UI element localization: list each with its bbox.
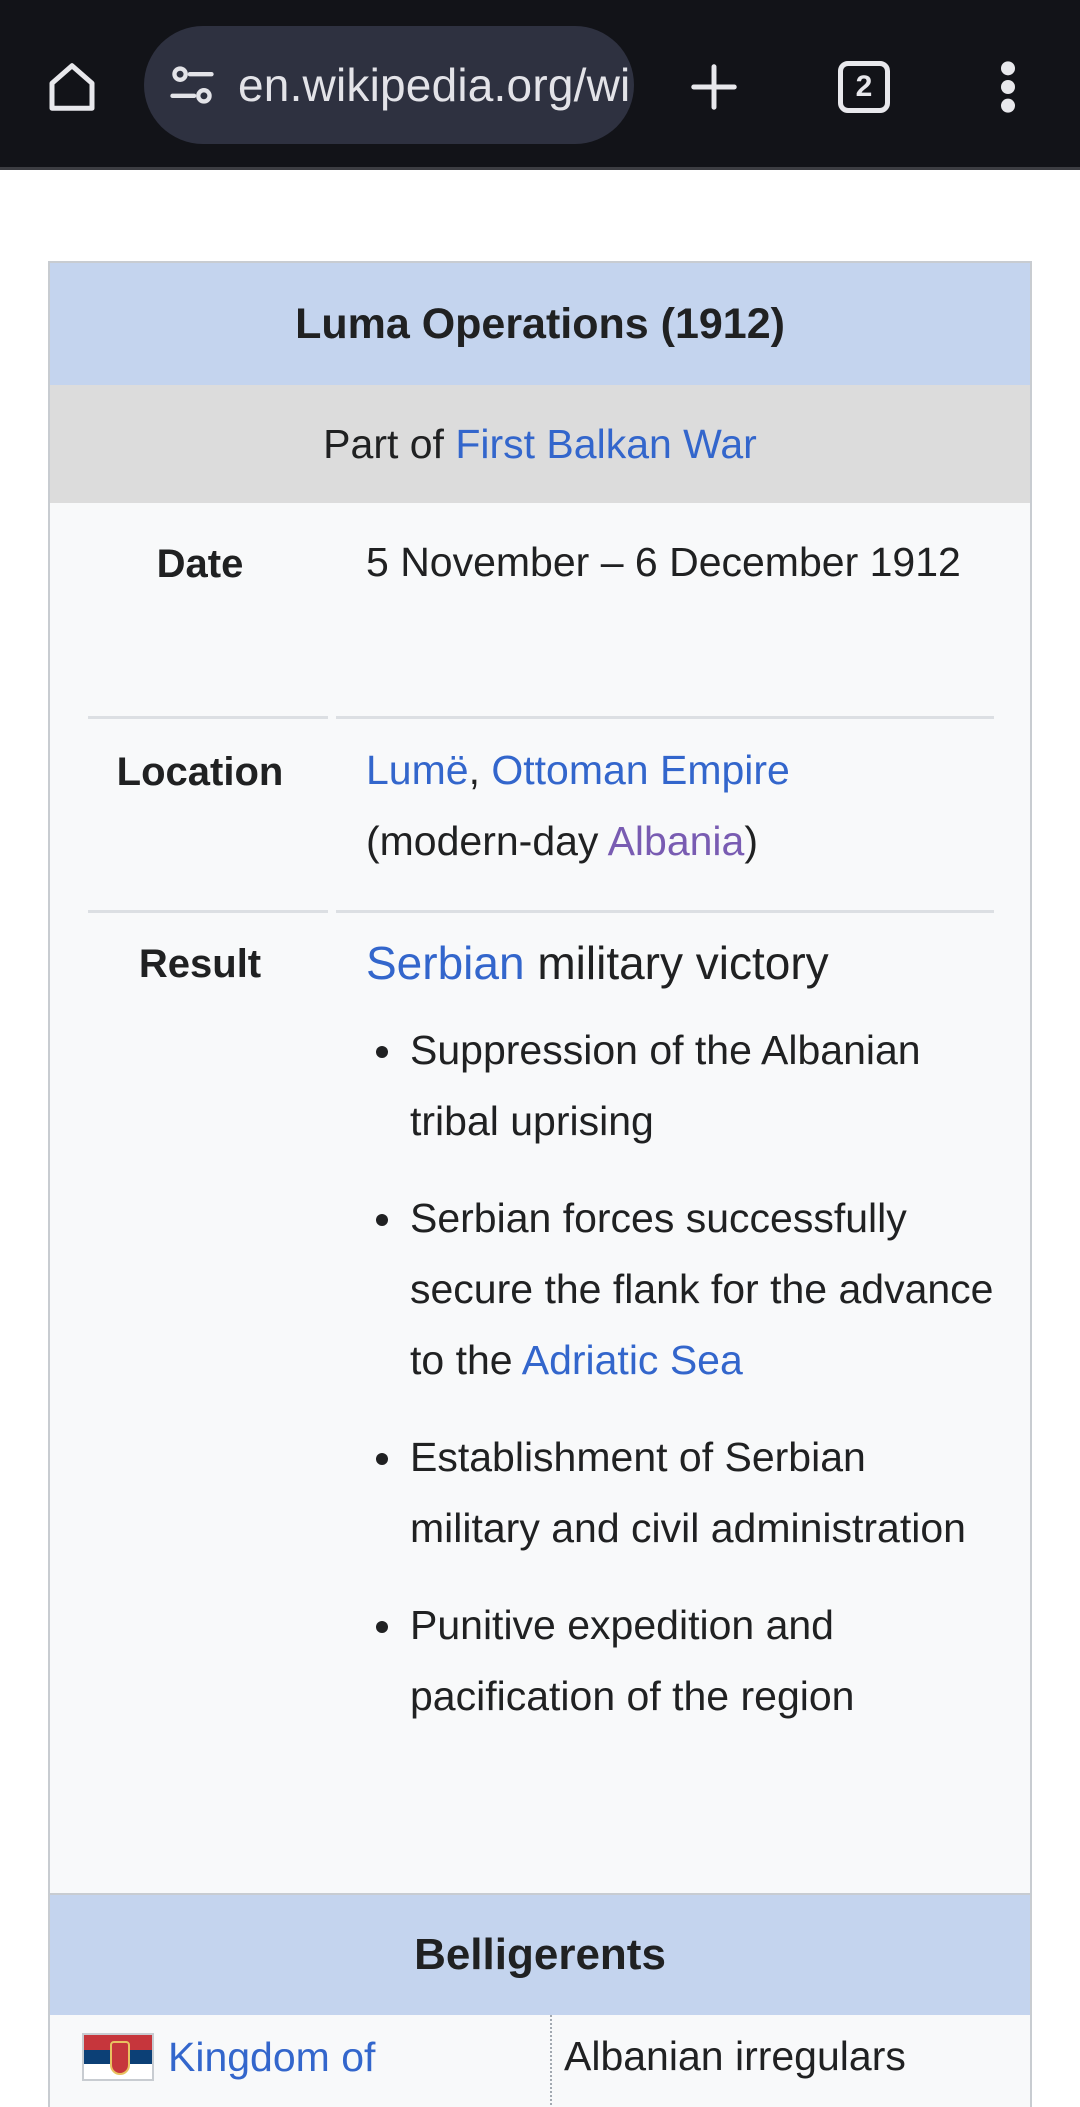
address-bar[interactable]: en.wikipedia.org/wiki/Luma_Operations (144, 26, 634, 144)
list-item: Establishment of Serbian military and ci… (366, 1422, 996, 1564)
result-list: Suppression of the Albanian tribal upris… (366, 1015, 996, 1732)
part-of-prefix: Part of (323, 420, 456, 467)
result-label: Result (138, 942, 262, 986)
infobox-part-of: Part of First Balkan War (50, 385, 1030, 503)
date-label: Date (156, 542, 244, 586)
plus-icon (691, 64, 737, 110)
tab-switcher-button[interactable]: 2 (822, 45, 906, 129)
list-item: Punitive expedition and pacification of … (366, 1590, 996, 1732)
url-text[interactable]: en.wikipedia.org/wiki/Luma_Operations (238, 58, 628, 112)
infobox: Luma Operations (1912) Part of First Bal… (48, 261, 1032, 2107)
albania-link[interactable]: Albania (608, 818, 745, 864)
belligerents-heading: Belligerents (50, 1893, 1030, 2015)
location-modern-prefix: (modern-day (366, 818, 608, 864)
home-button[interactable] (30, 45, 114, 129)
ottoman-empire-link[interactable]: Ottoman Empire (491, 747, 790, 793)
belligerent-albanian: Albanian irregulars (564, 2033, 906, 2079)
result-value: Serbian military victory Suppression of … (366, 931, 996, 1758)
more-vert-icon (1001, 61, 1015, 113)
infobox-title: Luma Operations (1912) (50, 263, 1030, 385)
new-tab-button[interactable] (672, 45, 756, 129)
result-summary: Serbian military victory (366, 931, 996, 995)
date-value: 5 November – 6 December 1912 (366, 539, 961, 585)
first-balkan-war-link[interactable]: First Balkan War (455, 421, 756, 468)
list-item-text: Suppression of the Albanian tribal upris… (410, 1027, 921, 1144)
kingdom-of-serbia-link[interactable]: Kingdom of (168, 2034, 375, 2081)
location-close-paren: ) (744, 818, 758, 864)
tab-switcher-icon: 2 (838, 61, 890, 113)
result-row: Result Serbian military victory Suppress… (50, 913, 1030, 1893)
result-summary-text: military victory (524, 937, 829, 989)
tab-count: 2 (855, 70, 873, 103)
tune-icon[interactable] (166, 59, 218, 111)
location-value: Lumë, Ottoman Empire (modern-day Albania… (366, 735, 996, 877)
serbian-link[interactable]: Serbian (366, 937, 525, 989)
browser-toolbar: en.wikipedia.org/wiki/Luma_Operations 2 (0, 0, 1080, 170)
location-row: Location Lumë, Ottoman Empire (modern-da… (50, 719, 1030, 909)
list-item: Serbian forces successfully secure the f… (366, 1183, 996, 1396)
list-item-text: Punitive expedition and pacification of … (410, 1602, 855, 1719)
location-comma: , (468, 747, 492, 793)
lume-link[interactable]: Lumë (366, 747, 469, 793)
list-item: Suppression of the Albanian tribal upris… (366, 1015, 996, 1157)
belligerents-row: Kingdom of Albanian irregulars (50, 2015, 1030, 2107)
belligerent-serbia: Kingdom of (82, 2033, 375, 2081)
list-item-text: Establishment of Serbian military and ci… (410, 1434, 966, 1551)
home-icon (49, 63, 95, 111)
location-label: Location (116, 750, 284, 794)
date-row: Date 5 November – 6 December 1912 (50, 503, 1030, 723)
serbia-flag-icon (82, 2033, 154, 2081)
menu-button[interactable] (966, 45, 1050, 129)
adriatic-sea-link[interactable]: Adriatic Sea (522, 1337, 743, 1383)
column-divider (550, 2015, 552, 2107)
